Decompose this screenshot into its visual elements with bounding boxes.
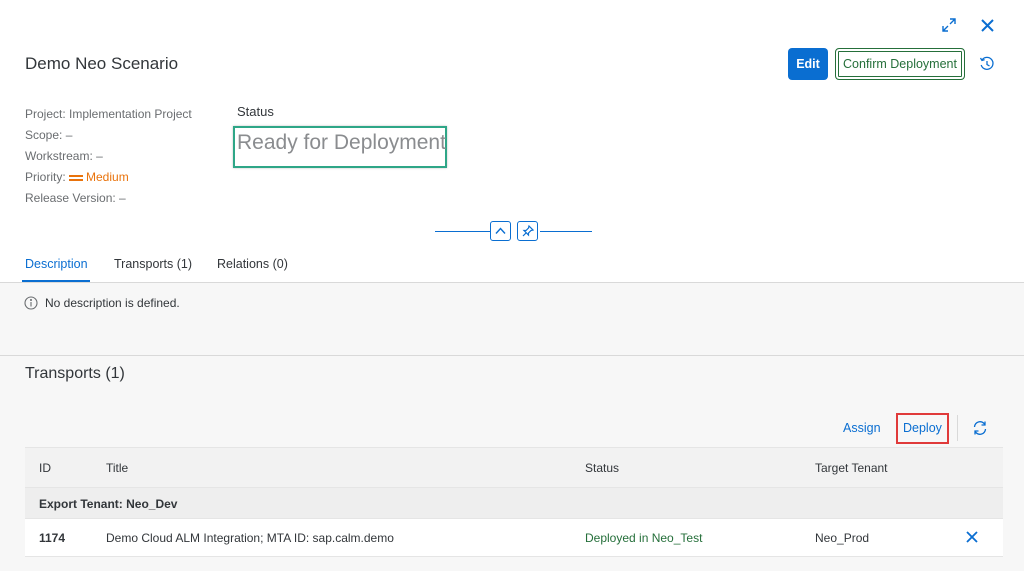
tab-description[interactable]: Description [25,257,88,271]
status-label: Status [237,104,274,119]
tab-relations[interactable]: Relations (0) [217,257,288,271]
group-header-row: Export Tenant: Neo_Dev [25,488,1003,519]
cell-target-tenant: Neo_Prod [815,531,870,545]
column-header-target-tenant[interactable]: Target Tenant [815,461,888,475]
table-header: ID Title Status Target Tenant [25,447,1003,488]
priority-medium-icon [69,173,84,183]
priority-attribute: Priority: Medium [25,167,192,188]
header-attributes: Project: Implementation Project Scope: –… [25,104,192,209]
deploy-button[interactable]: Deploy [903,421,942,435]
group-label: Export Tenant: Neo_Dev [39,497,178,511]
scope-attribute: Scope: – [25,128,73,142]
priority-value: Medium [86,170,129,184]
project-attribute: Project: Implementation Project [25,107,192,121]
description-message: No description is defined. [45,296,180,310]
workstream-attribute: Workstream: – [25,149,103,163]
status-value: Ready for Deployment [237,131,446,154]
chevron-up-icon [495,227,506,234]
cell-id: 1174 [39,531,66,545]
pin-icon [522,225,534,237]
cell-status: Deployed in Neo_Test [585,531,703,545]
pin-header-button[interactable] [517,221,538,241]
toolbar-separator [957,415,958,441]
description-section [0,283,1024,355]
expand-icon[interactable] [939,15,959,35]
header-divider-right [540,231,592,232]
refresh-icon[interactable] [970,418,990,438]
transports-title: Transports (1) [25,365,125,382]
header-divider-left [435,231,490,232]
column-header-id[interactable]: ID [39,461,51,475]
assign-button[interactable]: Assign [843,421,881,435]
tab-transports[interactable]: Transports (1) [114,257,192,271]
cell-title: Demo Cloud ALM Integration; MTA ID: sap.… [106,531,394,545]
scenario-detail-page: Demo Neo Scenario Edit Confirm Deploymen… [0,0,1024,571]
transports-table: ID Title Status Target Tenant Export Ten… [25,447,1003,557]
confirm-deployment-button[interactable]: Confirm Deployment [835,48,965,80]
table-row[interactable]: 1174 Demo Cloud ALM Integration; MTA ID:… [25,519,1003,557]
page-title: Demo Neo Scenario [25,54,179,73]
close-icon[interactable] [977,15,997,35]
edit-button[interactable]: Edit [788,48,828,80]
description-empty-message: No description is defined. [24,296,180,310]
release-attribute: Release Version: – [25,191,126,205]
column-header-status[interactable]: Status [585,461,619,475]
priority-label: Priority: [25,170,66,184]
remove-row-icon[interactable] [966,530,980,544]
history-icon[interactable] [977,54,997,74]
tab-bar: Description Transports (1) Relations (0) [0,248,1024,283]
collapse-header-button[interactable] [490,221,511,241]
info-icon [24,296,38,310]
column-header-title[interactable]: Title [106,461,128,475]
